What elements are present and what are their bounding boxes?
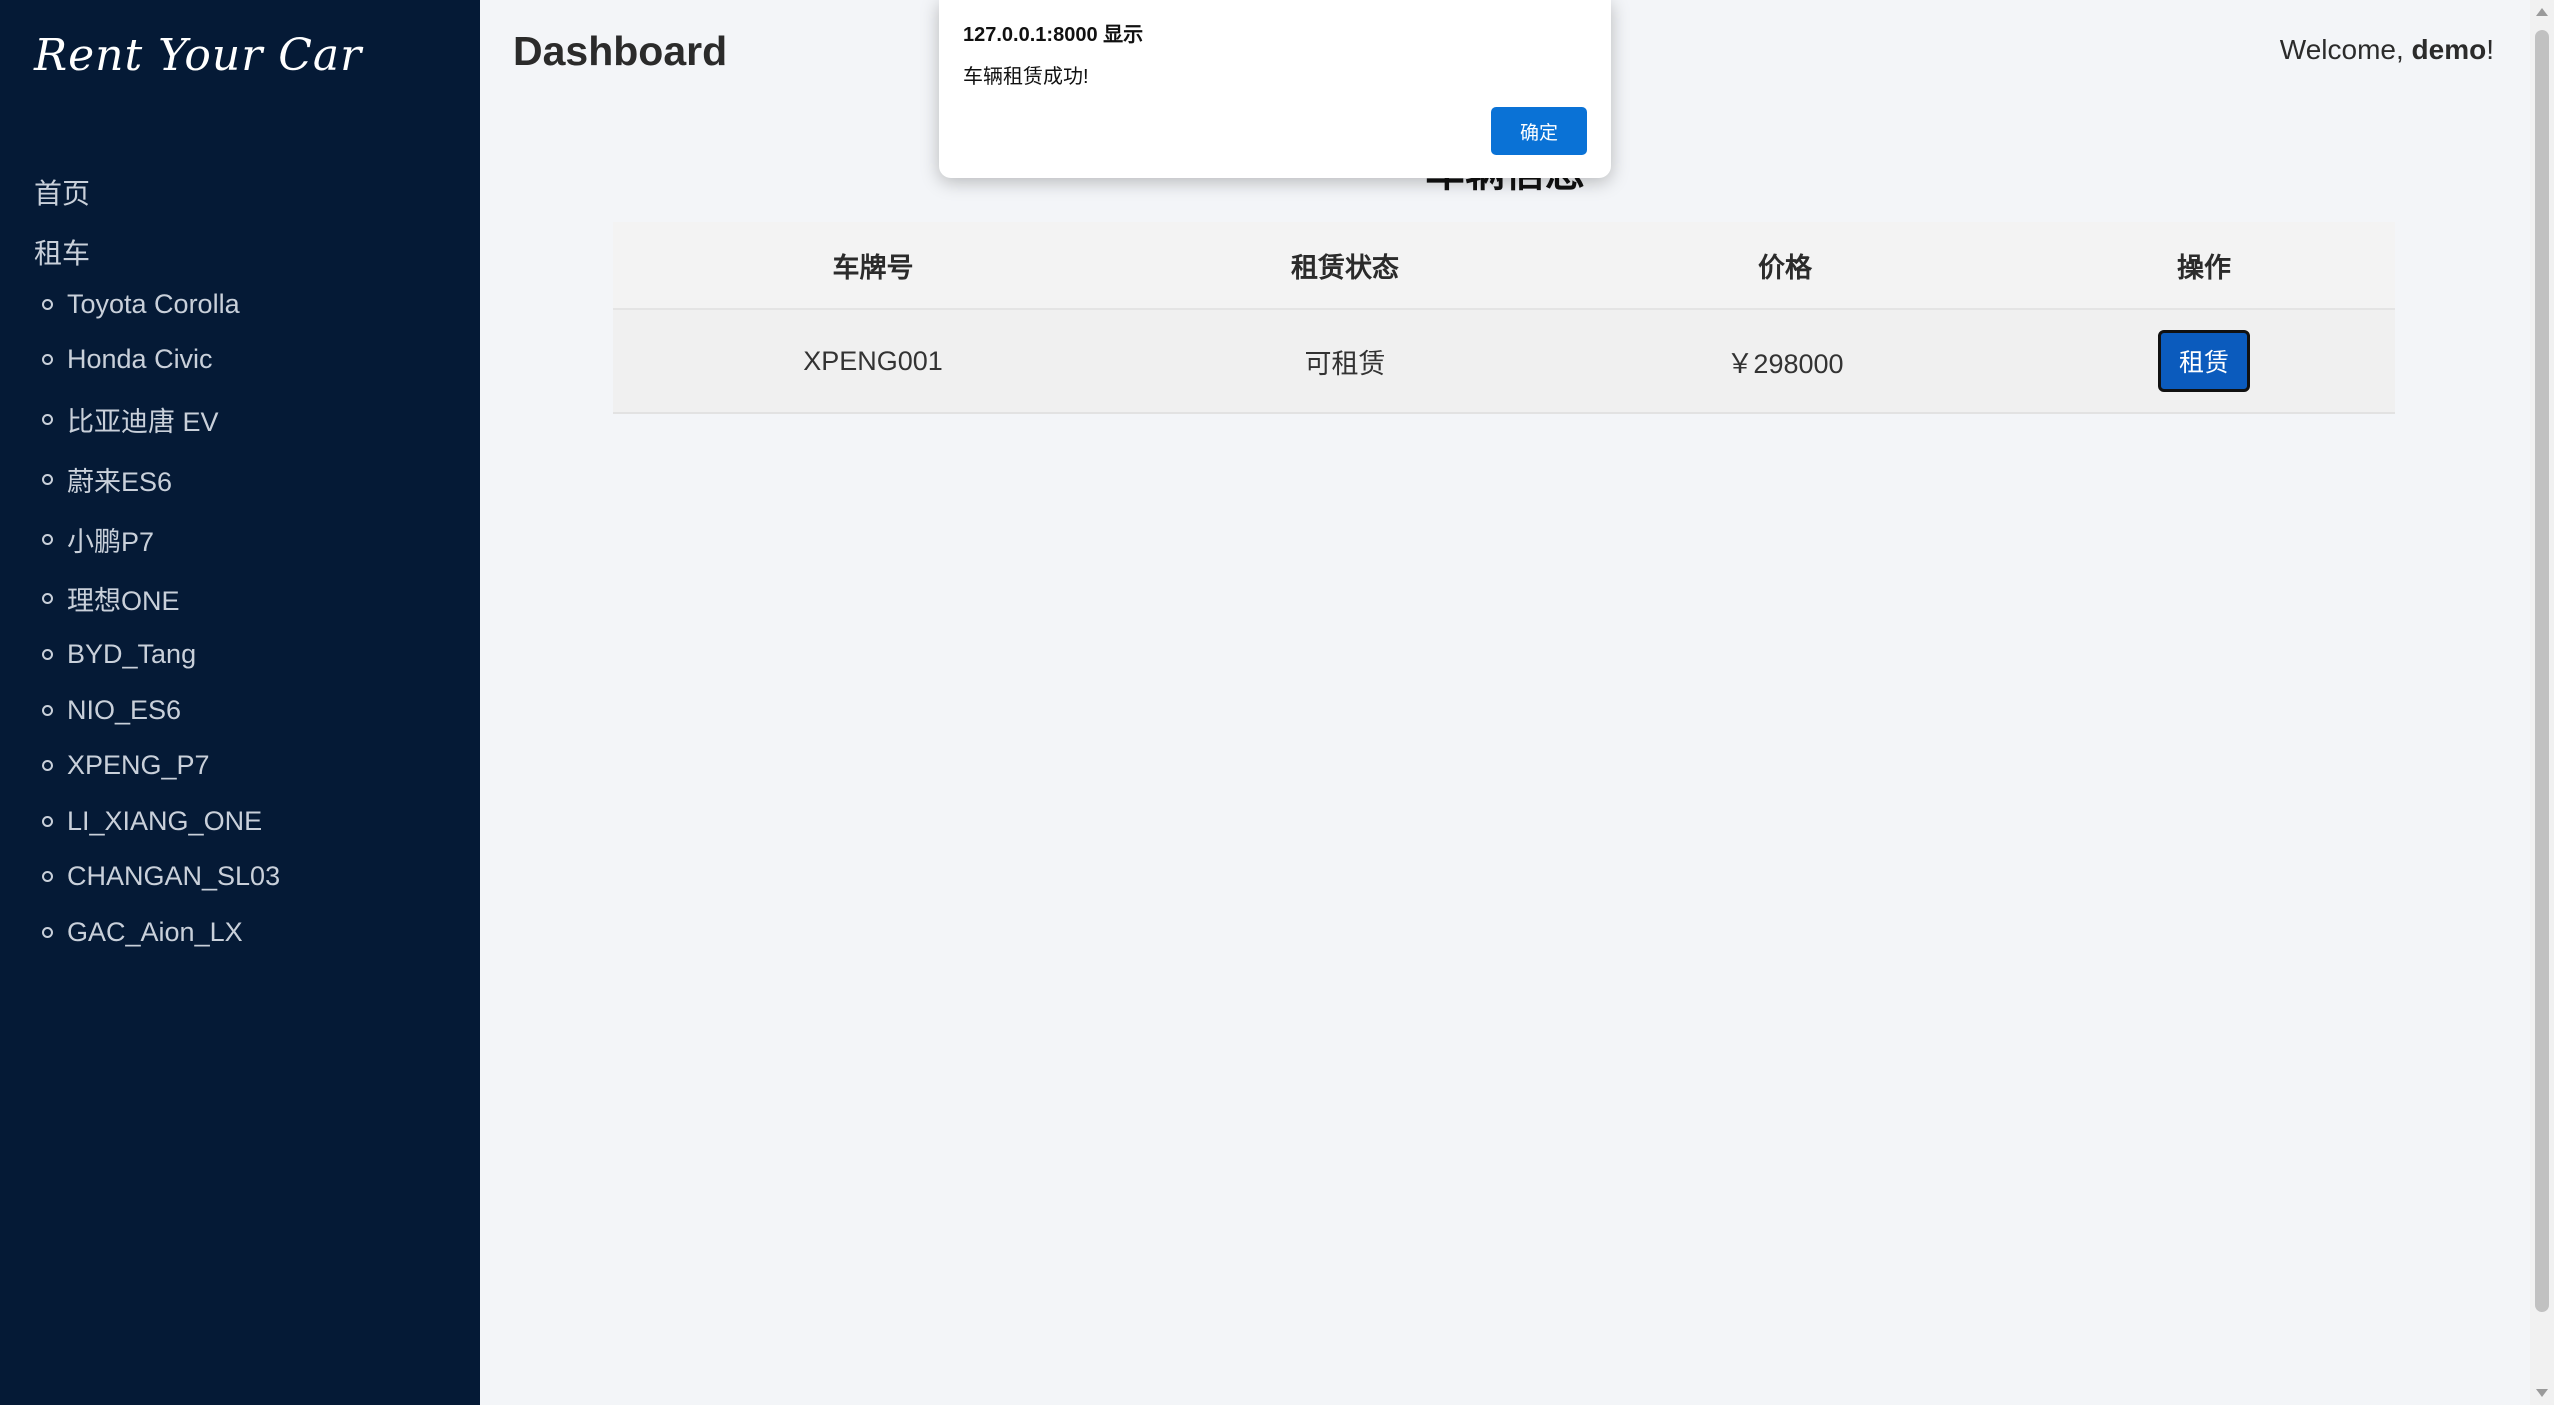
dialog-message: 车辆租赁成功! [963,66,1089,88]
cell-price: ￥298000 [1726,348,1844,379]
car-item-label: 小鹏P7 [67,526,155,557]
page-title: Dashboard [513,28,728,74]
car-item[interactable]: LI_XIANG_ONE [42,801,262,841]
nav-rent[interactable]: 租车 [34,232,90,272]
car-item[interactable]: GAC_Aion_LX [42,912,243,952]
bullet-icon [42,704,53,716]
alert-dialog: 127.0.0.1:8000 显示 车辆租赁成功! 确定 [939,0,1611,178]
column-header-action: 操作 [2177,252,2231,283]
username: demo [2411,34,2487,65]
brand-logo[interactable]: Rent Your Car [34,30,362,81]
bullet-icon [42,815,53,827]
column-header-price: 价格 [1758,252,1812,283]
bullet-icon [42,870,53,882]
car-item-label: GAC_Aion_LX [67,916,243,947]
car-item[interactable]: 蔚来ES6 [42,459,172,499]
car-item-label: NIO_ES6 [67,694,182,725]
vehicle-table: 车牌号 租赁状态 价格 操作 XPENG001 可租赁 ￥298000 租赁 [613,222,2395,414]
dialog-ok-button[interactable]: 确定 [1491,107,1587,155]
rent-button[interactable]: 租赁 [2158,330,2250,392]
welcome-prefix: Welcome, [2279,34,2412,65]
sidebar: Rent Your Car 首页 租车 Toyota Corolla Honda… [0,0,480,1405]
scroll-up-icon[interactable] [2536,8,2548,16]
car-item[interactable]: CHANGAN_SL03 [42,856,280,896]
bullet-icon [42,353,53,365]
main-content: Dashboard Welcome, demo! 车辆信息 车牌号 租赁状态 价… [480,0,2530,1405]
car-item-label: 理想ONE [67,585,180,616]
scroll-thumb[interactable] [2535,30,2549,1312]
car-item[interactable]: Honda Civic [42,339,213,379]
bullet-icon [42,473,53,485]
car-item-label: 比亚迪唐 EV [67,406,219,437]
car-item[interactable]: NIO_ES6 [42,690,181,730]
bullet-icon [42,926,53,938]
cell-action: 租赁 [2013,330,2395,392]
nav-home[interactable]: 首页 [34,172,90,212]
car-item-label: Honda Civic [67,343,213,374]
scroll-down-icon[interactable] [2536,1389,2548,1397]
cell-plate: XPENG001 [803,345,943,376]
welcome-text: Welcome, demo! [2280,34,2494,66]
column-header-plate: 车牌号 [832,252,914,283]
page-scrollbar[interactable] [2530,0,2554,1405]
bullet-icon [42,298,53,310]
car-item-label: XPENG_P7 [67,749,210,780]
car-item-label: 蔚来ES6 [67,466,173,497]
car-item-label: Toyota Corolla [67,288,240,319]
car-item[interactable]: 比亚迪唐 EV [42,399,219,439]
car-item-label: CHANGAN_SL03 [67,860,281,891]
cell-status: 可租赁 [1304,348,1386,379]
bullet-icon [42,533,53,545]
car-item[interactable]: XPENG_P7 [42,745,210,785]
table-row: XPENG001 可租赁 ￥298000 租赁 [613,310,2395,414]
bullet-icon [42,592,53,604]
car-item[interactable]: BYD_Tang [42,634,196,674]
car-item-label: BYD_Tang [67,638,197,669]
welcome-suffix: ! [2486,34,2494,65]
car-item[interactable]: Toyota Corolla [42,284,240,324]
bullet-icon [42,413,53,425]
table-header: 车牌号 租赁状态 价格 操作 [613,222,2395,310]
dialog-title: 127.0.0.1:8000 显示 [963,24,1144,46]
bullet-icon [42,648,53,660]
car-item[interactable]: 小鹏P7 [42,519,154,559]
bullet-icon [42,759,53,771]
column-header-status: 租赁状态 [1291,252,1399,283]
car-item-label: LI_XIANG_ONE [67,805,263,836]
car-item[interactable]: 理想ONE [42,578,180,618]
